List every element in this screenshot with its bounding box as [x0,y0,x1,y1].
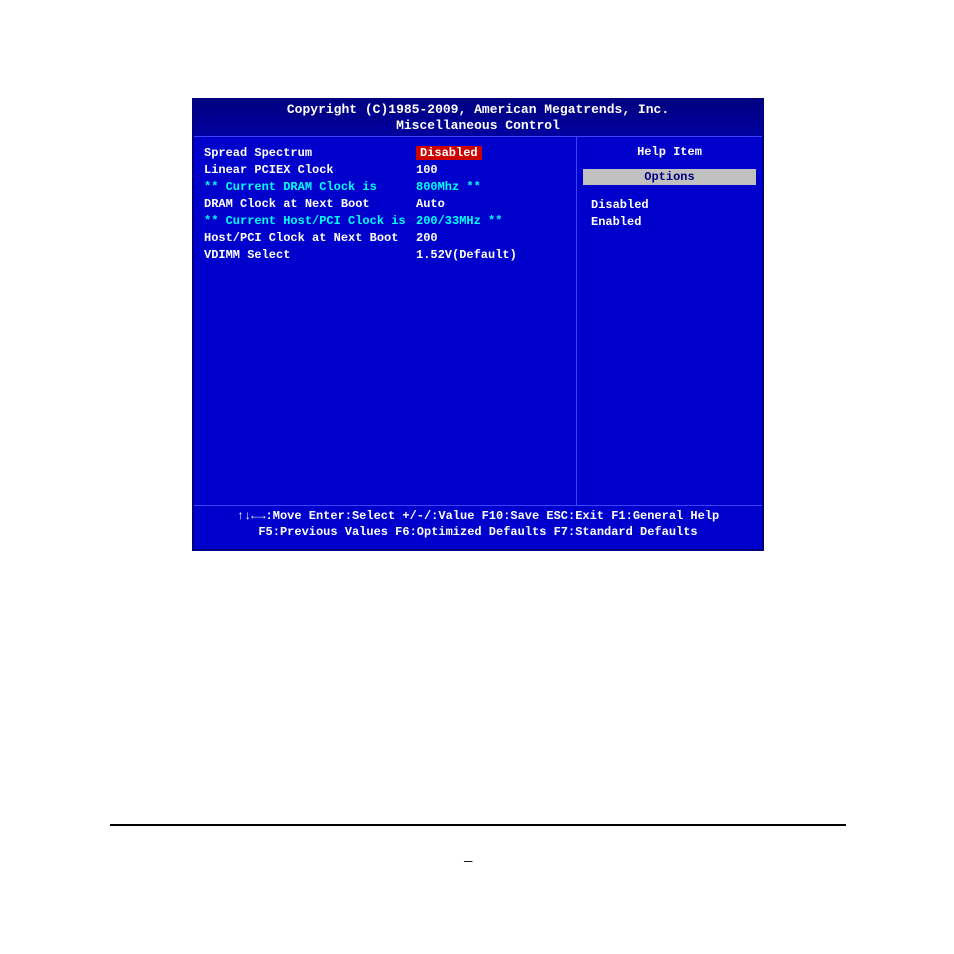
setting-value: Disabled [416,145,566,162]
footer-hints-1: ↑↓←→:Move Enter:Select +/-/:Value F10:Sa… [194,508,762,524]
setting-value: 200 [416,230,566,247]
setting-label: Spread Spectrum [204,145,416,162]
option-disabled[interactable]: Disabled [583,197,756,214]
setting-value: 1.52V(Default) [416,247,566,264]
page-title: Miscellaneous Control [194,118,762,134]
setting-value: 100 [416,162,566,179]
info-value: 200/33MHz ** [416,213,566,230]
setting-dram-next-boot[interactable]: DRAM Clock at Next Boot Auto [204,196,566,213]
setting-value: Auto [416,196,566,213]
bios-content: Spread Spectrum Disabled Linear PCIEX Cl… [194,137,762,505]
footer-hints-2: F5:Previous Values F6:Optimized Defaults… [194,524,762,540]
bios-window: Copyright (C)1985-2009, American Megatre… [192,98,764,551]
info-label: ** Current DRAM Clock is [204,179,416,196]
setting-label: DRAM Clock at Next Boot [204,196,416,213]
options-header: Options [583,169,756,185]
setting-spread-spectrum[interactable]: Spread Spectrum Disabled [204,145,566,162]
page-dash: — [464,854,472,870]
help-panel: Help Item Options Disabled Enabled [577,137,762,505]
setting-label: Linear PCIEX Clock [204,162,416,179]
copyright-text: Copyright (C)1985-2009, American Megatre… [194,102,762,118]
setting-host-pci-next-boot[interactable]: Host/PCI Clock at Next Boot 200 [204,230,566,247]
setting-label: Host/PCI Clock at Next Boot [204,230,416,247]
setting-linear-pciex[interactable]: Linear PCIEX Clock 100 [204,162,566,179]
info-host-pci-clock: ** Current Host/PCI Clock is 200/33MHz *… [204,213,566,230]
bios-header: Copyright (C)1985-2009, American Megatre… [194,100,762,137]
info-label: ** Current Host/PCI Clock is [204,213,416,230]
settings-panel: Spread Spectrum Disabled Linear PCIEX Cl… [194,137,577,505]
bios-footer: ↑↓←→:Move Enter:Select +/-/:Value F10:Sa… [194,505,762,542]
setting-label: VDIMM Select [204,247,416,264]
info-dram-clock: ** Current DRAM Clock is 800Mhz ** [204,179,566,196]
help-title: Help Item [583,145,756,159]
page-divider [110,824,846,826]
setting-vdimm-select[interactable]: VDIMM Select 1.52V(Default) [204,247,566,264]
option-enabled[interactable]: Enabled [583,214,756,231]
info-value: 800Mhz ** [416,179,566,196]
